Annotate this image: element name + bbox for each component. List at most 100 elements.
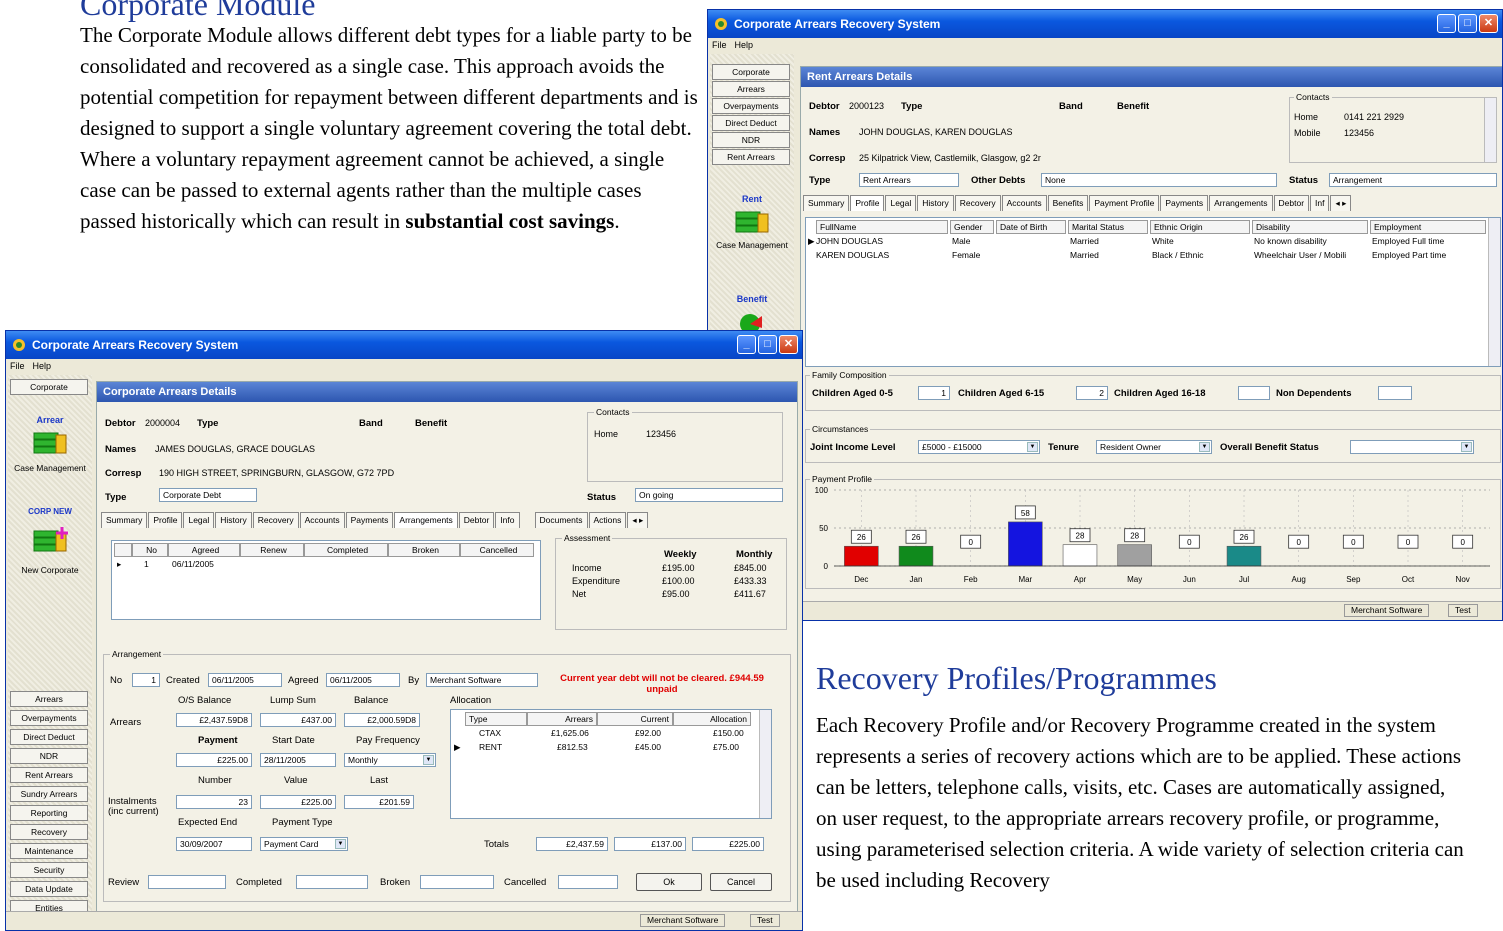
- nav-overpayments[interactable]: Overpayments: [10, 710, 88, 726]
- tab-profile[interactable]: Profile: [850, 195, 885, 211]
- non-dependents-field[interactable]: [1378, 386, 1412, 400]
- os-balance-field[interactable]: £2,437.59D8: [176, 713, 252, 727]
- case-management-icon[interactable]: [32, 431, 68, 457]
- chevron-down-icon[interactable]: ▼: [335, 839, 346, 849]
- number-field[interactable]: 23: [176, 795, 252, 809]
- table-row[interactable]: RENT: [479, 741, 502, 753]
- tab-payment-profile[interactable]: Payment Profile: [1089, 195, 1160, 211]
- nav-corporate[interactable]: Corporate: [712, 64, 790, 80]
- status-field[interactable]: Arrangement: [1329, 173, 1497, 187]
- col-disability[interactable]: Disability: [1252, 220, 1368, 234]
- start-date-field[interactable]: 28/11/2005: [260, 753, 336, 767]
- col-completed[interactable]: Completed: [304, 543, 388, 557]
- col-broken[interactable]: Broken: [388, 543, 460, 557]
- grid-scrollbar[interactable]: [1488, 218, 1500, 366]
- cancel-button[interactable]: Cancel: [710, 873, 772, 891]
- table-row[interactable]: KAREN DOUGLAS: [816, 249, 889, 261]
- menu-file[interactable]: File: [712, 40, 727, 50]
- balance-field[interactable]: £2,000.59D8: [344, 713, 420, 727]
- menu-file[interactable]: File: [10, 361, 25, 371]
- nav-direct-deduct[interactable]: Direct Deduct: [712, 115, 790, 131]
- tab-info[interactable]: Info: [495, 512, 520, 528]
- table-row[interactable]: JOHN DOUGLAS: [816, 235, 883, 247]
- tab-payments[interactable]: Payments: [1160, 195, 1209, 211]
- tab-info[interactable]: Inf: [1310, 195, 1330, 211]
- case-management-icon[interactable]: [734, 210, 770, 236]
- tab-arrangements[interactable]: Arrangements: [394, 512, 458, 528]
- overall-benefit-select[interactable]: ▼: [1350, 440, 1474, 454]
- review-field[interactable]: [148, 875, 226, 889]
- tab-summary[interactable]: Summary: [803, 195, 850, 211]
- table-row[interactable]: CTAX: [479, 727, 501, 739]
- created-field[interactable]: 06/11/2005: [208, 673, 282, 687]
- children-6-15-field[interactable]: 2: [1076, 386, 1108, 400]
- nav-rent-arrears[interactable]: Rent Arrears: [10, 767, 88, 783]
- other-debts-field[interactable]: None: [1041, 173, 1277, 187]
- tab-documents[interactable]: Documents: [534, 512, 588, 528]
- value-field[interactable]: £225.00: [260, 795, 336, 809]
- col-alloc-arrears[interactable]: Arrears: [527, 712, 597, 726]
- menu-help[interactable]: Help: [33, 361, 52, 371]
- no-field[interactable]: 1: [132, 673, 160, 687]
- tab-accounts[interactable]: Accounts: [299, 512, 345, 528]
- payment-type-select[interactable]: Payment Card ▼: [260, 837, 348, 851]
- tab-debtor[interactable]: Debtor: [458, 512, 495, 528]
- minimize-icon[interactable]: _: [1437, 14, 1456, 33]
- lump-sum-field[interactable]: £437.00: [260, 713, 336, 727]
- payment-field[interactable]: £225.00: [176, 753, 252, 767]
- chevron-down-icon[interactable]: ▼: [423, 755, 434, 765]
- tab-scroll-arrows[interactable]: ◂ ▸: [627, 512, 649, 528]
- type-field[interactable]: Corporate Debt: [159, 488, 257, 502]
- nav-ndr[interactable]: NDR: [10, 748, 88, 764]
- ok-button[interactable]: Ok: [636, 873, 702, 891]
- contacts-scrollbar[interactable]: [1484, 98, 1496, 162]
- nav-arrears[interactable]: Arrears: [10, 691, 88, 707]
- tab-legal[interactable]: Legal: [183, 512, 215, 528]
- nav-reporting[interactable]: Reporting: [10, 805, 88, 821]
- col-dob[interactable]: Date of Birth: [996, 220, 1066, 234]
- agreed-field[interactable]: 06/11/2005: [326, 673, 400, 687]
- broken-field[interactable]: [420, 875, 494, 889]
- tab-history[interactable]: History: [917, 195, 954, 211]
- close-icon[interactable]: ✕: [1479, 14, 1498, 33]
- tab-history[interactable]: History: [215, 512, 252, 528]
- close-icon[interactable]: ✕: [779, 335, 798, 354]
- expected-end-field[interactable]: 30/09/2007: [176, 837, 252, 851]
- minimize-icon[interactable]: _: [737, 335, 756, 354]
- nav-data-update[interactable]: Data Update: [10, 881, 88, 897]
- tab-benefits[interactable]: Benefits: [1047, 195, 1089, 211]
- chevron-down-icon[interactable]: ▼: [1461, 442, 1472, 452]
- col-marital[interactable]: Marital Status: [1068, 220, 1148, 234]
- nav-direct-deduct[interactable]: Direct Deduct: [10, 729, 88, 745]
- nav-rent-arrears[interactable]: Rent Arrears: [712, 149, 790, 165]
- tab-payments[interactable]: Payments: [345, 512, 394, 528]
- col-agreed[interactable]: Agreed: [168, 543, 240, 557]
- tab-profile[interactable]: Profile: [148, 512, 183, 528]
- table-row[interactable]: 1: [144, 558, 149, 570]
- tab-legal[interactable]: Legal: [885, 195, 917, 211]
- nav-overpayments[interactable]: Overpayments: [712, 98, 790, 114]
- col-alloc-current[interactable]: Current: [597, 712, 673, 726]
- nav-ndr[interactable]: NDR: [712, 132, 790, 148]
- children-16-18-field[interactable]: [1238, 386, 1270, 400]
- type-field[interactable]: Rent Arrears: [859, 173, 959, 187]
- nav-sundry-arrears[interactable]: Sundry Arrears: [10, 786, 88, 802]
- col-alloc-allocation[interactable]: Allocation: [673, 712, 751, 726]
- nav-maintenance[interactable]: Maintenance: [10, 843, 88, 859]
- tab-actions[interactable]: Actions: [588, 512, 627, 528]
- col-cancelled[interactable]: Cancelled: [460, 543, 534, 557]
- col-fullname[interactable]: FullName: [816, 220, 948, 234]
- tab-arrangements[interactable]: Arrangements: [1209, 195, 1273, 211]
- tab-summary[interactable]: Summary: [101, 512, 148, 528]
- col-no[interactable]: No: [132, 543, 168, 557]
- new-corporate-icon[interactable]: [32, 527, 72, 557]
- children-0-5-field[interactable]: 1: [918, 386, 950, 400]
- tab-scroll-arrows[interactable]: ◂ ▸: [1330, 195, 1352, 211]
- col-alloc-type[interactable]: Type: [465, 712, 527, 726]
- chevron-down-icon[interactable]: ▼: [1199, 442, 1210, 452]
- col-employment[interactable]: Employment: [1370, 220, 1486, 234]
- tab-recovery[interactable]: Recovery: [252, 512, 299, 528]
- pay-frequency-select[interactable]: Monthly ▼: [344, 753, 436, 767]
- col-ethnic[interactable]: Ethnic Origin: [1150, 220, 1250, 234]
- tab-debtor[interactable]: Debtor: [1273, 195, 1310, 211]
